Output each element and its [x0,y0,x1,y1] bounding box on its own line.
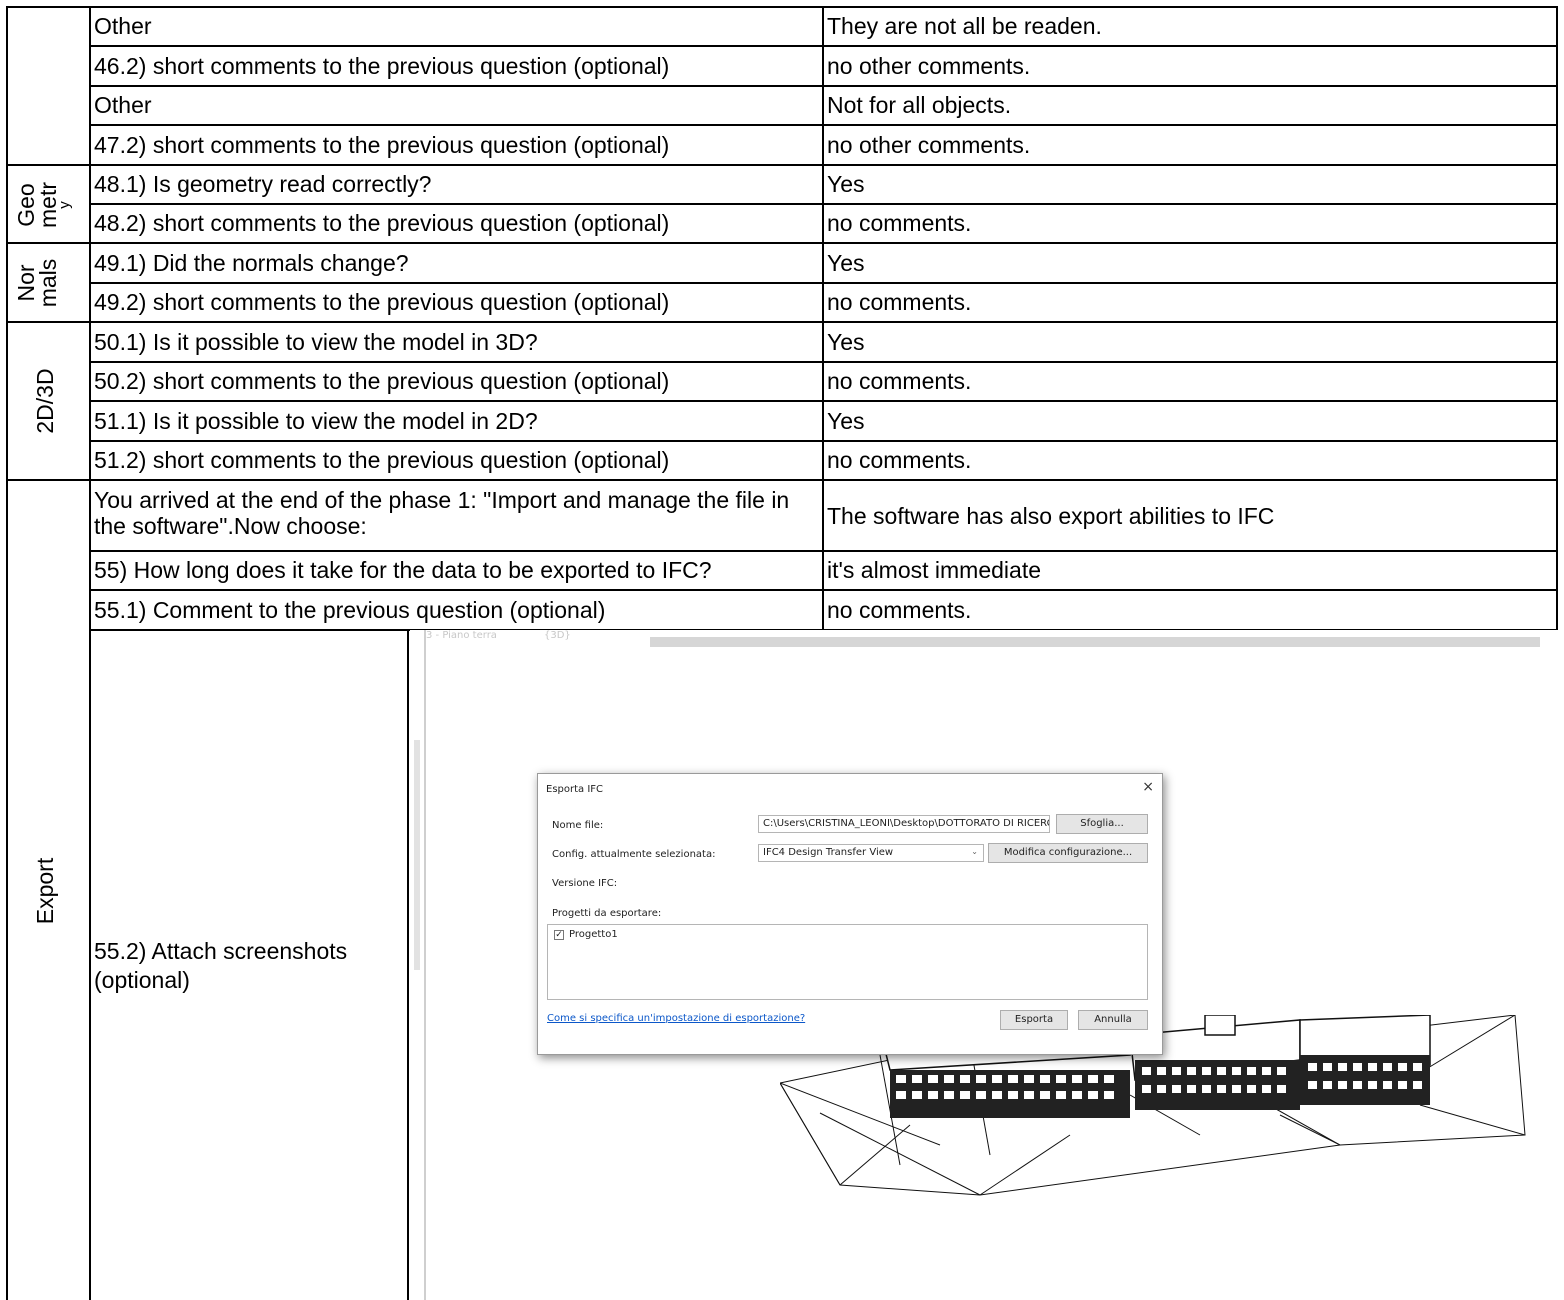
question-cell: 51.1) Is it possible to view the model i… [94,408,538,434]
view-tab: {3D} [544,630,571,641]
projects-list: ✓ Progetto1 [547,924,1148,1000]
file-name-label: Nome file: [552,820,604,831]
panel-divider [424,630,426,1300]
border [91,550,1558,552]
border [91,589,1558,591]
project-item-label: Progetto1 [569,929,618,940]
export-screenshot: 3 - Piano terra {3D} Esporta IFC × Nome … [410,630,1558,1300]
answer-cell: Not for all objects. [827,92,1012,118]
answer-cell: They are not all be readen. [827,13,1102,39]
config-select[interactable]: IFC4 Design Transfer View ⌄ [758,844,984,862]
border [1556,6,1558,630]
answer-cell: no other comments. [827,132,1031,158]
section-label-line: mals [35,258,61,308]
section-normals: Nor mals [13,243,81,323]
question-cell: 46.2) short comments to the previous que… [94,53,670,79]
view-tab-bar [650,637,1540,647]
question-cell: Other [94,92,152,118]
answer-cell: Yes [827,329,865,355]
export-help-link[interactable]: Come si specifica un'impostazione di esp… [547,1013,805,1024]
chevron-down-icon: ⌄ [971,847,978,856]
border [6,6,1558,8]
border [91,440,1558,442]
question-cell: Other [94,13,152,39]
survey-table: Other 46.2) short comments to the previo… [0,0,1564,1300]
answer-cell: no other comments. [827,53,1031,79]
border [6,479,1558,481]
answer-cell: it's almost immediate [827,557,1042,583]
section-view: 2D/3D [32,368,58,434]
file-name-input[interactable]: C:\Users\CRISTINA_LEONI\Desktop\DOTTORAT… [758,815,1050,833]
answer-cell: Yes [827,171,865,197]
border [89,6,91,1300]
question-cell: 48.1) Is geometry read correctly? [94,171,432,197]
projects-label: Progetti da esportare: [552,908,662,919]
question-cell: 50.2) short comments to the previous que… [94,368,670,394]
answer-cell: Yes [827,408,865,434]
border [91,203,1558,205]
question-cell: 49.2) short comments to the previous que… [94,289,670,315]
border [91,282,1558,284]
section-export: Export [32,857,58,925]
view-tab: 3 - Piano terra [426,630,497,641]
answer-cell: no comments. [827,597,972,623]
question-cell: 55) How long does it take for the data t… [94,557,712,583]
config-select-value: IFC4 Design Transfer View [763,847,894,858]
browse-button[interactable]: Sfoglia... [1056,814,1148,834]
answer-cell: no comments. [827,289,972,315]
answer-cell: no comments. [827,447,972,473]
border [91,361,1558,363]
ifc-version-label: Versione IFC: [552,878,618,889]
attach-label: 55.2) Attach screenshots (optional) [94,938,348,993]
border [6,321,1558,323]
question-cell: You arrived at the end of the phase 1: "… [94,487,790,539]
section-label-line: Nor [13,264,39,302]
answer-cell: no comments. [827,210,972,236]
question-cell: 55.1) Comment to the previous question (… [94,597,606,623]
border [6,242,1558,244]
border [6,6,8,1300]
border [91,400,1558,402]
answer-cell: Yes [827,250,865,276]
border [91,124,1558,126]
building-model-wireframe [780,1015,1526,1196]
answer-cell: The software has also export abilities t… [827,503,1275,529]
border [407,629,409,1300]
question-cell: 48.2) short comments to the previous que… [94,210,670,236]
border [822,6,824,630]
question-cell: 47.2) short comments to the previous que… [94,132,670,158]
border [6,164,1558,166]
export-ifc-dialog: Esporta IFC × Nome file: C:\Users\CRISTI… [537,773,1163,1055]
question-cell: 49.1) Did the normals change? [94,250,409,276]
answer-cell: no comments. [827,368,972,394]
dialog-title: Esporta IFC [546,784,604,795]
project-checkbox[interactable]: ✓ [554,930,564,940]
question-cell: 50.1) Is it possible to view the model i… [94,329,538,355]
export-button[interactable]: Esporta [1000,1010,1068,1030]
cancel-button[interactable]: Annulla [1078,1010,1148,1030]
section-label-line: y [56,201,73,209]
close-icon[interactable]: × [1142,779,1154,795]
section-geometry: Geo metr y [13,165,81,245]
border [91,85,1558,87]
scrollbar [414,740,420,970]
border [91,45,1558,47]
section-label-line: Geo [13,183,39,227]
config-label: Config. attualmente selezionata: [552,849,716,860]
edit-config-button[interactable]: Modifica configurazione... [988,843,1148,863]
question-cell: 51.2) short comments to the previous que… [94,447,670,473]
